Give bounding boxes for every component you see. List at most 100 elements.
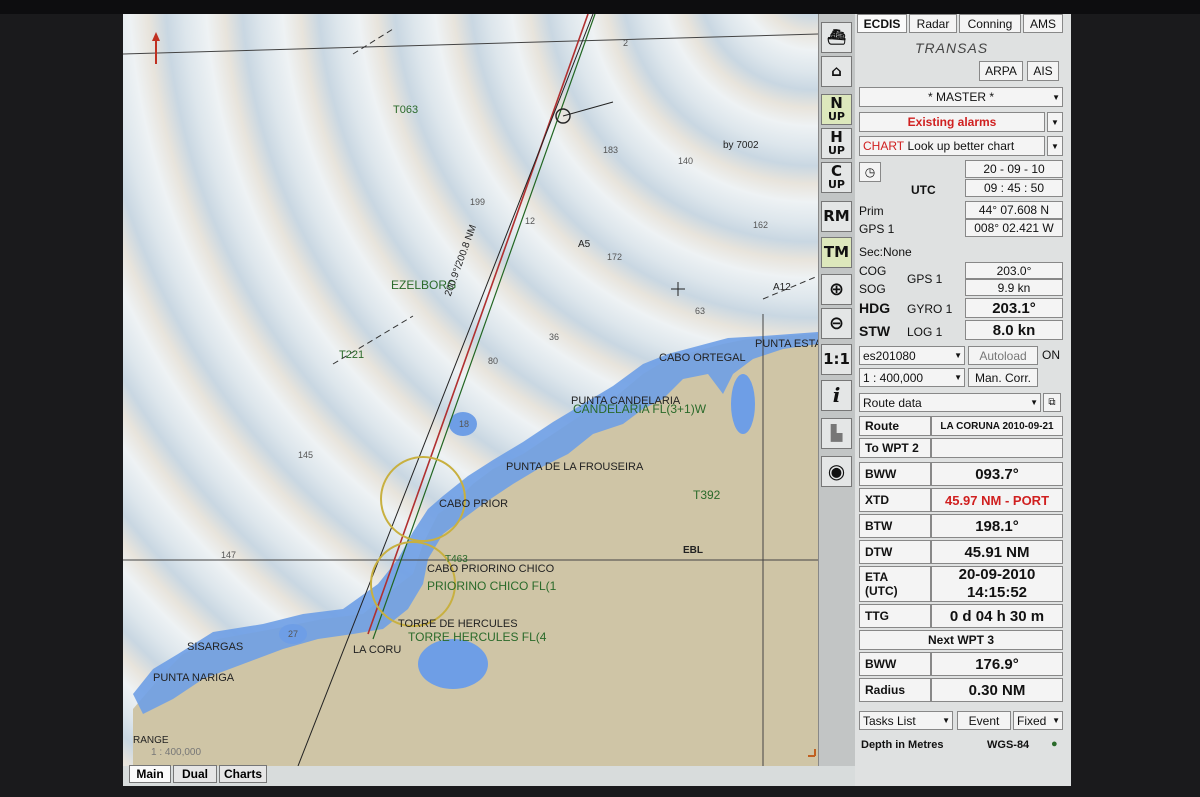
btw-label: BTW bbox=[859, 514, 931, 538]
chart-cell-select[interactable]: es201080 ▼ bbox=[859, 346, 965, 365]
nautical-chart[interactable]: T063 EZELBORG T221 PUNTA ESTA CABO ORTEG… bbox=[123, 14, 818, 766]
clock-icon[interactable]: ◷ bbox=[859, 162, 881, 182]
existing-alarms-label: Existing alarms bbox=[907, 115, 997, 129]
tab-radar[interactable]: Radar bbox=[909, 14, 957, 33]
chart-toolbar: ⛴ ⌂ N UP H UP C UP RM TM ⊕ ⊖ 1:1 i ▙ ◉ bbox=[818, 14, 855, 766]
secondary-source: Sec:None bbox=[859, 245, 912, 259]
alarms-dropdown-icon[interactable]: ▼ bbox=[1047, 112, 1063, 132]
north-up-button[interactable]: N UP bbox=[821, 94, 852, 125]
depth-sounding: 36 bbox=[549, 332, 560, 342]
estuary-ortegal bbox=[731, 374, 755, 434]
depth-sounding: 12 bbox=[525, 216, 536, 226]
tab-main[interactable]: Main bbox=[129, 765, 171, 783]
chart-cell-label: es201080 bbox=[863, 348, 916, 363]
route-label: Route bbox=[859, 416, 931, 436]
eta-utc-label: (UTC) bbox=[865, 584, 898, 598]
hdg-value: 203.1° bbox=[965, 298, 1063, 318]
depth-sounding: 183 bbox=[603, 145, 619, 155]
zoom-in-icon[interactable]: ⊕ bbox=[821, 274, 852, 305]
ttg-value: 0 d 04 h 30 m bbox=[931, 604, 1063, 628]
head-up-button[interactable]: H UP bbox=[821, 128, 852, 159]
route-data-label: Route data bbox=[863, 395, 922, 410]
alarm-dropdown-icon[interactable]: ▼ bbox=[1047, 136, 1063, 156]
master-label: * MASTER * bbox=[927, 90, 994, 104]
tab-conning[interactable]: Conning bbox=[959, 14, 1021, 33]
to-wpt-label: To WPT 2 bbox=[859, 438, 931, 458]
master-select[interactable]: * MASTER * ▼ bbox=[859, 87, 1063, 107]
fixed-select[interactable]: Fixed ▼ bbox=[1013, 711, 1063, 730]
label-cabo-prior: CABO PRIOR bbox=[439, 498, 509, 510]
eta-date: 20-09-2010 bbox=[958, 566, 1036, 583]
latitude-field: 44° 07.608 N bbox=[965, 201, 1063, 219]
relative-motion-button[interactable]: RM bbox=[821, 201, 852, 232]
scale-label: 1 : 400,000 bbox=[151, 747, 202, 758]
hdg-label: HDG bbox=[859, 300, 891, 316]
ring-icon[interactable]: ◉ bbox=[821, 456, 852, 487]
depth-sounding: 18 bbox=[459, 419, 470, 429]
scale-one-to-one-button[interactable]: 1:1 bbox=[821, 344, 852, 375]
tasks-list-select[interactable]: Tasks List ▼ bbox=[859, 711, 953, 730]
chevron-down-icon: ▼ bbox=[942, 716, 950, 725]
label-punta-frouseira: PUNTA DE LA FROUSEIRA bbox=[506, 461, 644, 473]
bww-label: BWW bbox=[859, 462, 931, 486]
ais-button[interactable]: AIS bbox=[1027, 61, 1059, 81]
tab-dual[interactable]: Dual bbox=[173, 765, 217, 783]
depth-sounding: 145 bbox=[298, 450, 314, 460]
true-motion-button[interactable]: TM bbox=[821, 237, 852, 268]
tab-charts[interactable]: Charts bbox=[219, 765, 267, 783]
autoload-state: ON bbox=[1042, 348, 1060, 362]
man-corr-button[interactable]: Man. Corr. bbox=[968, 368, 1038, 387]
stw-value: 8.0 kn bbox=[965, 320, 1063, 340]
depth-sounding: 199 bbox=[470, 197, 486, 207]
north-up-sub: UP bbox=[828, 109, 845, 123]
utc-label: UTC bbox=[911, 183, 936, 197]
own-ship-icon[interactable]: ⛴ bbox=[821, 22, 852, 53]
date-field: 20 - 09 - 10 bbox=[965, 160, 1063, 178]
autoload-button[interactable]: Autoload bbox=[968, 346, 1038, 365]
bww2-value: 176.9° bbox=[931, 652, 1063, 676]
control-panel: ECDIS Radar Conning AMS TRANSAS ARPA AIS… bbox=[855, 14, 1071, 786]
document-icon[interactable]: ▙ bbox=[821, 418, 852, 449]
depth-sounding: 162 bbox=[753, 220, 769, 230]
wreck-t063[interactable]: T063 bbox=[393, 104, 418, 116]
alarm-message[interactable]: CHART Look up better chart bbox=[859, 136, 1045, 156]
tab-ams[interactable]: AMS bbox=[1023, 14, 1063, 33]
route-name: LA CORUNA 2010-09-21 bbox=[931, 416, 1063, 436]
arpa-button[interactable]: ARPA bbox=[979, 61, 1023, 81]
alarms-field[interactable]: Existing alarms bbox=[859, 112, 1045, 132]
stw-label: STW bbox=[859, 323, 891, 339]
north-up-label: N bbox=[830, 93, 843, 112]
depth-sounding: 140 bbox=[678, 156, 694, 166]
eta-value: 20-09-2010 14:15:52 bbox=[931, 566, 1063, 602]
fixed-label: Fixed bbox=[1017, 713, 1047, 728]
zoom-out-icon[interactable]: ⊖ bbox=[821, 308, 852, 339]
tab-ecdis[interactable]: ECDIS bbox=[857, 14, 907, 33]
chevron-down-icon: ▼ bbox=[954, 373, 962, 382]
label-torre-light: TORRE HERCULES FL(4 bbox=[408, 630, 547, 644]
bww2-label: BWW bbox=[859, 652, 931, 676]
label-priorino-light: PRIORINO CHICO FL(1 bbox=[427, 579, 557, 593]
next-wpt-label: Next WPT 3 bbox=[859, 630, 1063, 650]
info-button[interactable]: i bbox=[821, 380, 852, 411]
scale-select[interactable]: 1 : 400,000 ▼ bbox=[859, 368, 965, 387]
depth-sounding: 172 bbox=[607, 252, 623, 262]
window-restore-icon[interactable]: ⧉ bbox=[1043, 393, 1061, 412]
longitude-field: 008° 02.421 W bbox=[965, 219, 1063, 237]
wreck-t221[interactable]: T221 bbox=[339, 349, 364, 361]
head-up-label: H bbox=[830, 127, 843, 146]
alarm-tag: CHART bbox=[863, 139, 905, 153]
label-punta-estaca: PUNTA ESTA bbox=[755, 338, 818, 350]
course-up-label: C bbox=[830, 161, 842, 180]
label-t392[interactable]: T392 bbox=[693, 489, 720, 501]
time-field: 09 : 45 : 50 bbox=[965, 179, 1063, 197]
tasks-list-label: Tasks List bbox=[863, 713, 916, 728]
ship-center-icon[interactable]: ⌂ bbox=[821, 56, 852, 87]
route-data-select[interactable]: Route data ▼ bbox=[859, 393, 1041, 412]
course-up-sub: UP bbox=[828, 177, 845, 191]
stw-source: LOG 1 bbox=[907, 325, 943, 339]
course-up-button[interactable]: C UP bbox=[821, 162, 852, 193]
event-button[interactable]: Event bbox=[957, 711, 1011, 730]
label-torre-hercules: TORRE DE HERCULES bbox=[398, 618, 518, 630]
label-ebl[interactable]: EBL bbox=[683, 545, 703, 557]
radius-value: 0.30 NM bbox=[931, 678, 1063, 702]
